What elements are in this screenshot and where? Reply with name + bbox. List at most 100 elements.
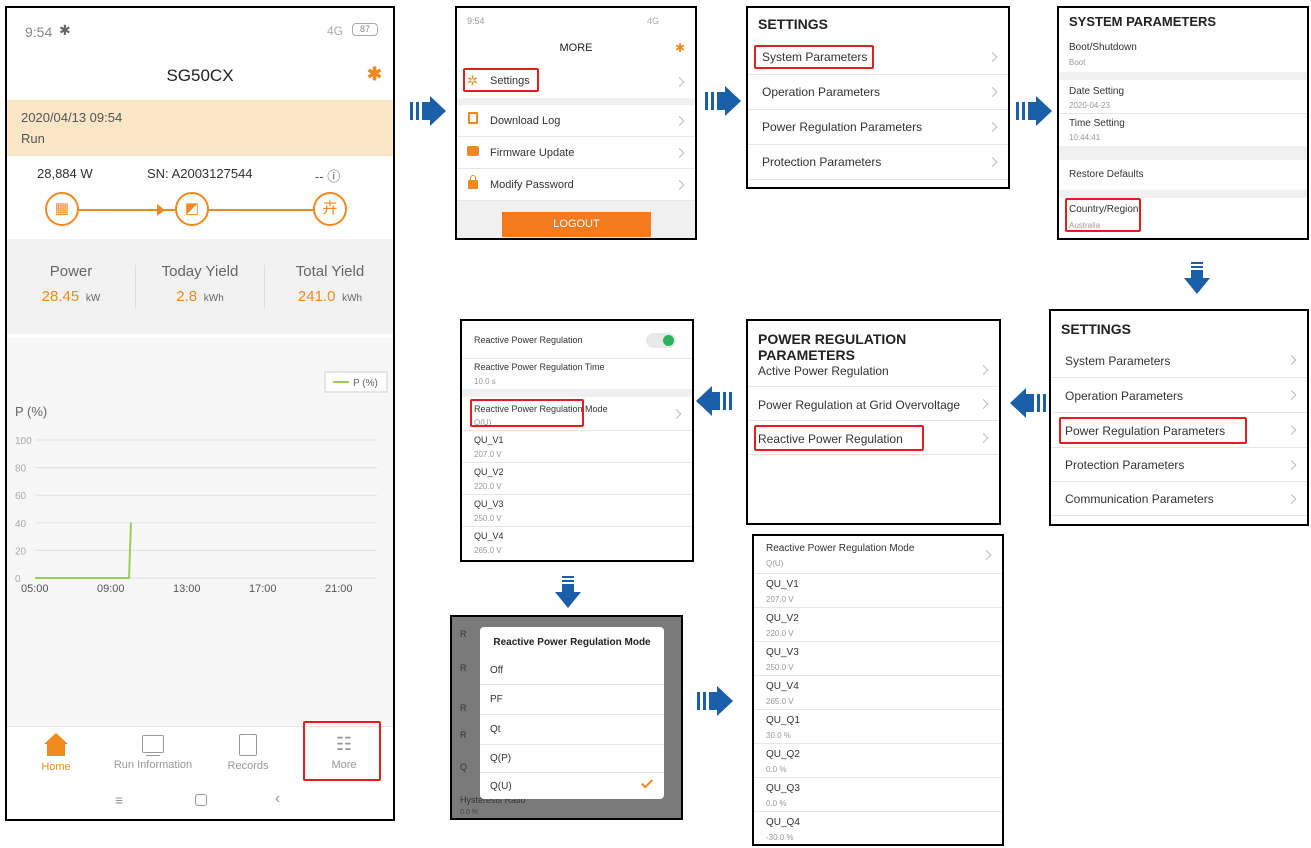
settings-item-protection-parameters[interactable]: Protection Parameters xyxy=(1051,448,1307,482)
stats-panel: Power 28.45 kW Today Yield 2.8 kWh Total… xyxy=(7,239,393,334)
reactive-power-screen: Reactive Power Regulation Reactive Power… xyxy=(460,319,694,562)
chevron-right-icon xyxy=(674,179,685,190)
logout-button[interactable]: LOGOUT xyxy=(502,212,651,237)
highlight-more xyxy=(303,721,381,781)
flow-arrow-left-2 xyxy=(696,386,732,416)
system-parameters-title: SYSTEM PARAMETERS xyxy=(1069,14,1217,29)
param-regulation-mode[interactable]: Reactive Power Regulation Mode Q(U) xyxy=(754,536,1002,574)
banner-date: 2020/04/13 09:54 xyxy=(21,110,123,125)
param-date-setting[interactable]: Date Setting 2020-04-23 xyxy=(1059,80,1307,114)
param-regulation-time[interactable]: Reactive Power Regulation Time 10.0 s xyxy=(462,359,692,389)
status-network: 4G xyxy=(647,16,660,26)
nav-home[interactable]: Home xyxy=(21,733,91,773)
menu-soft-key-icon[interactable]: ≡ xyxy=(115,792,123,808)
flow-arrow-left-1 xyxy=(1010,388,1046,418)
chevron-right-icon xyxy=(987,157,998,167)
phone-home-screen: 9:54 ✱ 4G 87 SG50CX ✱ 2020/04/13 09:54 R… xyxy=(5,6,395,821)
mode-option-qu[interactable]: Q(U) xyxy=(480,773,664,799)
mode-option-pf[interactable]: PF xyxy=(480,685,664,715)
param-qu-v1[interactable]: QU_V1 207.0 V xyxy=(754,574,1002,608)
stat-label: Total Yield xyxy=(295,263,365,280)
overlay-letter: Q xyxy=(460,762,468,772)
stat-unit: kWh xyxy=(203,293,224,304)
chevron-right-icon xyxy=(987,122,998,132)
more-item-download-log[interactable]: Download Log xyxy=(457,105,695,137)
param-qu-q3[interactable]: QU_Q3 0.0 % xyxy=(754,778,1002,812)
param-restore-defaults[interactable]: Restore Defaults xyxy=(1059,160,1307,190)
stat-value: 28.45 xyxy=(41,288,80,305)
param-qu-v4[interactable]: QU_V4 265.0 V xyxy=(754,676,1002,710)
settings-item-operation-parameters[interactable]: Operation Parameters xyxy=(1051,378,1307,413)
param-qu-v2[interactable]: QU_V2 220.0 V xyxy=(754,608,1002,642)
more-item-modify-password[interactable]: Modify Password xyxy=(457,169,695,201)
behind-hysteresis-value: 0.0 % xyxy=(460,809,478,816)
param-qu-v2[interactable]: QU_V2 220.0 V xyxy=(462,463,692,495)
chevron-right-icon xyxy=(674,115,685,126)
power-readout: 28,884 W xyxy=(37,166,93,181)
nav-run-information[interactable]: Run Information xyxy=(103,733,203,771)
settings-item-protection-parameters[interactable]: Protection Parameters xyxy=(748,145,1008,180)
param-qu-q1[interactable]: QU_Q1 30.0 % xyxy=(754,710,1002,744)
param-qu-v3[interactable]: QU_V3 250.0 V xyxy=(462,495,692,527)
more-title: MORE xyxy=(559,42,593,54)
nav-label: Records xyxy=(227,760,269,772)
x-tick-label: 13:00 xyxy=(173,583,201,595)
chevron-right-icon xyxy=(674,147,685,158)
param-boot-shutdown[interactable]: Boot/Shutdown Boot xyxy=(1059,36,1307,72)
nav-records[interactable]: Records xyxy=(213,733,283,772)
settings-screen-1: SETTINGS System Parameters Operation Par… xyxy=(746,6,1010,189)
param-qu-q2[interactable]: QU_Q2 0.0 % xyxy=(754,744,1002,778)
settings-item-communication-parameters[interactable]: Communication Parameters xyxy=(1051,482,1307,516)
stat-today-yield: Today Yield 2.8 kWh xyxy=(136,239,264,334)
mode-option-qp[interactable]: Q(P) xyxy=(480,745,664,773)
firmware-icon xyxy=(467,146,479,156)
settings-item-system-parameters[interactable]: System Parameters xyxy=(1051,343,1307,378)
x-tick-label: 09:00 xyxy=(97,583,125,595)
more-item-firmware-update[interactable]: Firmware Update xyxy=(457,137,695,169)
chevron-right-icon xyxy=(987,52,998,62)
param-qu-q4[interactable]: QU_Q4 -30.0 % xyxy=(754,812,1002,844)
more-screen: 9:54 4G MORE ✱ ✲ Settings Download Log F… xyxy=(455,6,697,240)
y-tick-label: 60 xyxy=(15,491,27,502)
chevron-right-icon xyxy=(671,408,682,419)
reactive-power-toggle-row: Reactive Power Regulation xyxy=(462,321,692,359)
flow-arrow-down-2 xyxy=(555,576,581,608)
item-active-power-regulation[interactable]: Active Power Regulation xyxy=(748,353,999,387)
status-time: 9:54 xyxy=(25,24,53,40)
param-qu-v4[interactable]: QU_V4 265.0 V xyxy=(462,527,692,560)
y-tick-label: 40 xyxy=(15,519,27,530)
status-time: 9:54 xyxy=(467,16,485,26)
item-label: Download Log xyxy=(490,115,561,127)
highlight-regulation-mode xyxy=(470,399,584,427)
chevron-right-icon xyxy=(978,432,989,443)
mode-dialog: Reactive Power Regulation Mode Off PF Qt… xyxy=(480,627,664,799)
clipboard-icon xyxy=(239,734,257,756)
info-readout[interactable]: -- ⓘ xyxy=(315,166,340,185)
settings-item-power-regulation-parameters[interactable]: Power Regulation Parameters xyxy=(748,110,1008,145)
stat-total-yield: Total Yield 241.0 kWh xyxy=(265,239,393,334)
mode-option-off[interactable]: Off xyxy=(480,657,664,685)
log-icon xyxy=(468,112,478,124)
home-soft-key-icon[interactable] xyxy=(195,794,207,806)
chevron-right-icon xyxy=(981,549,992,560)
chevron-right-icon xyxy=(1286,355,1297,365)
system-parameters-screen: SYSTEM PARAMETERS Boot/Shutdown Boot Date… xyxy=(1057,6,1309,240)
chevron-right-icon xyxy=(978,398,989,409)
flow-arrow-icon xyxy=(157,204,165,216)
bluetooth-icon[interactable]: ✱ xyxy=(675,41,685,55)
chevron-right-icon xyxy=(674,77,685,87)
param-qu-v3[interactable]: QU_V3 250.0 V xyxy=(754,642,1002,676)
highlight-power-regulation xyxy=(1059,417,1247,444)
flow-arrow-right-2 xyxy=(705,86,741,116)
power-regulation-screen: POWER REGULATION PARAMETERS Active Power… xyxy=(746,319,1001,525)
reactive-power-toggle[interactable] xyxy=(646,333,676,348)
settings-item-operation-parameters[interactable]: Operation Parameters xyxy=(748,75,1008,110)
bluetooth-icon[interactable]: ✱ xyxy=(367,64,382,85)
item-grid-overvoltage[interactable]: Power Regulation at Grid Overvoltage xyxy=(748,387,999,421)
mode-option-qt[interactable]: Qt xyxy=(480,715,664,745)
x-tick-label: 05:00 xyxy=(21,583,49,595)
y-tick-label: 80 xyxy=(15,464,27,475)
param-qu-v1[interactable]: QU_V1 207.0 V xyxy=(462,431,692,463)
back-soft-key-icon[interactable]: ‹ xyxy=(275,790,280,808)
param-time-setting[interactable]: Time Setting 10:44:41 xyxy=(1059,114,1307,148)
